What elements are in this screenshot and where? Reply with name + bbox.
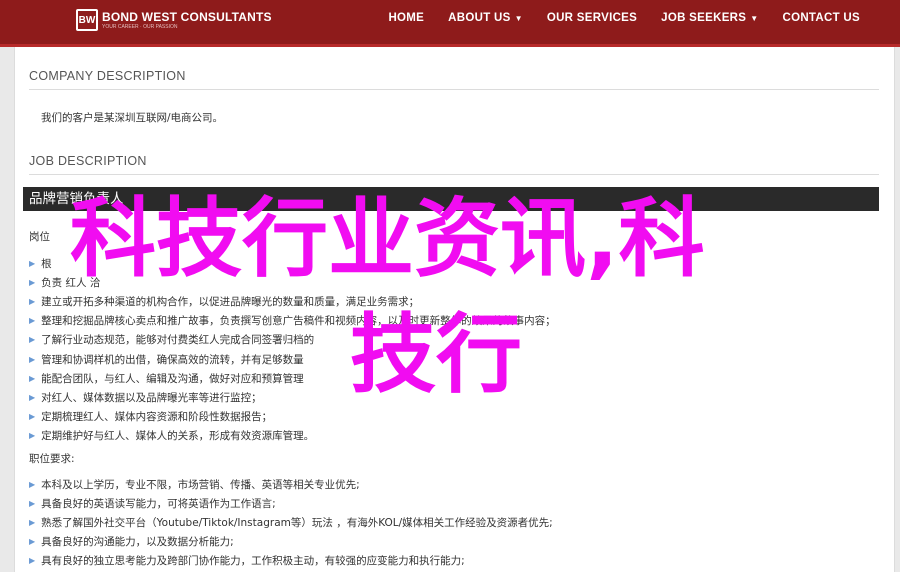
- main-menu: HOME ABOUT US ▼ OUR SERVICES JOB SEEKERS ▼…: [364, 0, 860, 36]
- list-item: ▶ 本科及以上学历，专业不限，市场营销、传播、英语等相关专业优先;: [29, 479, 360, 492]
- nav-contact-us[interactable]: CONTACT US: [782, 12, 860, 24]
- logo-mark-icon: BW: [76, 9, 98, 31]
- company-description-text: 我们的客户是某深圳互联网/电商公司。: [41, 112, 224, 124]
- overlay-headline-line2: 技行: [350, 305, 522, 405]
- triangle-bullet-icon: ▶: [29, 518, 36, 528]
- chevron-down-icon: ▼: [750, 13, 759, 23]
- triangle-bullet-icon: ▶: [29, 354, 36, 364]
- logo-tagline: YOUR CAREER · OUR PASSION: [102, 23, 178, 30]
- requirements-list: ▶ 本科及以上学历，专业不限，市场营销、传播、英语等相关专业优先; ▶ 具备良好的英…: [29, 475, 553, 570]
- triangle-bullet-icon: ▶: [29, 316, 36, 326]
- overlay-headline-line1: 科技行业资讯,科: [70, 189, 705, 289]
- triangle-bullet-icon: ▶: [29, 537, 36, 547]
- list-item: ▶ 熟悉了解国外社交平台（Youtube/Tiktok/Instagram等）玩法…: [29, 517, 553, 530]
- triangle-bullet-icon: ▶: [29, 392, 36, 402]
- nav-home[interactable]: HOME: [388, 12, 424, 24]
- list-item: ▶ 具备良好的英语读写能力，可将英语作为工作语言;: [29, 498, 276, 511]
- logo-name: BOND WEST CONSULTANTS: [102, 9, 272, 24]
- triangle-bullet-icon: ▶: [29, 373, 36, 383]
- list-item: ▶ 具备良好的沟通能力，以及数据分析能力;: [29, 536, 234, 549]
- list-item: ▶ 定期梳理红人、媒体内容资源和阶段性数据报告；: [29, 410, 273, 423]
- list-item: ▶ 定期维护好与红人、媒体人的关系，形成有效资源库管理。: [29, 429, 315, 442]
- triangle-bullet-icon: ▶: [29, 411, 36, 421]
- company-description-heading: COMPANY DESCRIPTION: [29, 69, 186, 83]
- triangle-bullet-icon: ▶: [29, 430, 36, 440]
- chevron-down-icon: ▼: [514, 13, 523, 23]
- triangle-bullet-icon: ▶: [29, 480, 36, 490]
- nav-about-us[interactable]: ABOUT US ▼: [448, 12, 523, 24]
- divider: [29, 89, 879, 90]
- job-description-heading: JOB DESCRIPTION: [29, 154, 147, 168]
- triangle-bullet-icon: ▶: [29, 335, 36, 345]
- divider: [29, 174, 879, 175]
- triangle-bullet-icon: ▶: [29, 278, 36, 288]
- list-item: ▶ 具有良好的独立思考能力及跨部门协作能力，工作积极主动，有较强的应变能力和执行能…: [29, 555, 465, 568]
- requirements-label: 职位要求:: [29, 453, 75, 465]
- triangle-bullet-icon: ▶: [29, 259, 36, 269]
- duties-label: 岗位: [29, 231, 50, 243]
- top-navbar: BW BOND WEST CONSULTANTS YOUR CAREER · O…: [0, 0, 900, 44]
- triangle-bullet-icon: ▶: [29, 297, 36, 307]
- nav-our-services[interactable]: OUR SERVICES: [547, 12, 637, 24]
- logo[interactable]: BW BOND WEST CONSULTANTS YOUR CAREER · O…: [76, 8, 272, 32]
- triangle-bullet-icon: ▶: [29, 556, 36, 566]
- nav-job-seekers[interactable]: JOB SEEKERS ▼: [661, 12, 758, 24]
- triangle-bullet-icon: ▶: [29, 499, 36, 509]
